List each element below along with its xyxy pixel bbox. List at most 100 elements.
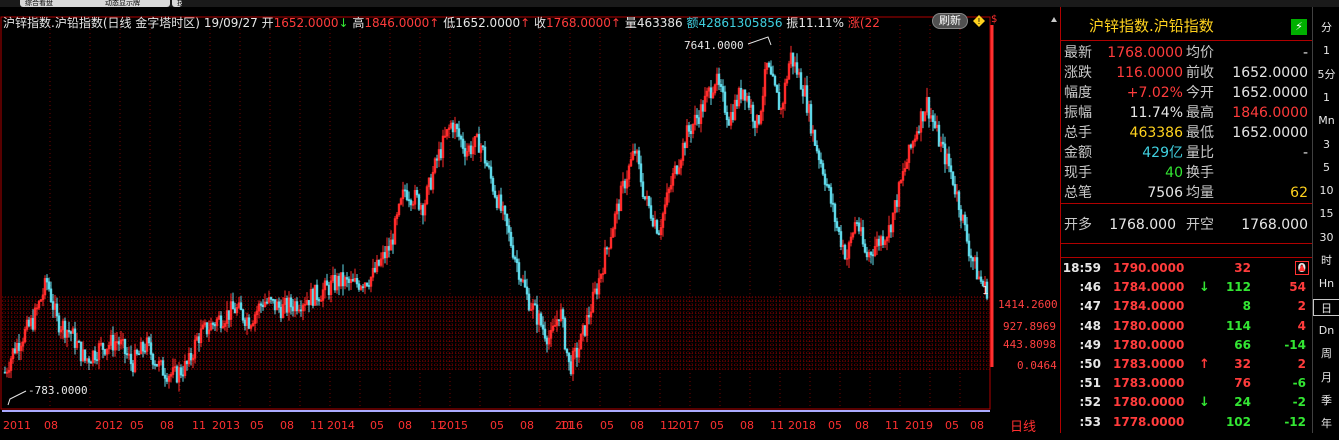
x-tick-label: 05: [130, 419, 144, 432]
candle-body: [963, 214, 967, 226]
candle-body: [499, 194, 503, 211]
candle-body: [689, 130, 693, 134]
candle-body: [327, 284, 331, 295]
candle-body: [567, 352, 571, 363]
x-tick-label: 2019: [905, 419, 933, 432]
x-tick-label: 05: [710, 419, 724, 432]
candle-body: [637, 150, 641, 165]
period-item[interactable]: 周: [1313, 345, 1339, 362]
period-item[interactable]: 分: [1313, 19, 1339, 36]
candle-body: [481, 145, 485, 148]
period-item[interactable]: 季: [1313, 392, 1339, 409]
candle-body: [739, 87, 743, 100]
period-item[interactable]: 5分: [1313, 66, 1339, 83]
candle-body: [643, 196, 647, 200]
trade-row[interactable]: :52 1780.0000 ↓ 24 -2: [1061, 393, 1313, 412]
candle-body: [125, 353, 129, 356]
period-item[interactable]: 年: [1313, 415, 1339, 432]
candle-body: [421, 205, 425, 216]
period-item[interactable]: 1: [1313, 42, 1339, 59]
kline-chart[interactable]: [0, 7, 1060, 433]
trade-volume: 66: [1234, 337, 1251, 352]
candle-body: [801, 88, 805, 97]
trade-row[interactable]: :53 1778.0000 102 -12: [1061, 413, 1313, 432]
candle-body: [239, 302, 243, 311]
x-tick-label: 05: [370, 419, 384, 432]
trade-row[interactable]: :49 1780.0000 66 -14: [1061, 336, 1313, 355]
candle-body: [979, 276, 983, 282]
x-tick-label: 08: [520, 419, 534, 432]
quote-row: 现手 40 换手: [1061, 163, 1313, 183]
x-tick-label: 2013: [212, 419, 240, 432]
quote-title-bar: 沪锌指数.沪铅指数 ⚡: [1061, 7, 1313, 41]
chart-info-bar: 沪锌指数.沪铅指数(日线 金字塔时区) 19/09/27 开1652.0000↓…: [3, 15, 880, 31]
warning-icon[interactable]: !: [972, 14, 986, 28]
x-tick-label: 05: [828, 419, 842, 432]
candle-body: [213, 324, 217, 327]
scroll-arrow-icon[interactable]: [1048, 14, 1060, 440]
candle-body: [269, 297, 273, 300]
period-item[interactable]: Mn: [1313, 112, 1339, 129]
x-tick-label: 05: [600, 419, 614, 432]
candle-body: [311, 288, 315, 306]
trade-volume: 112: [1225, 280, 1251, 295]
trade-row[interactable]: :51 1783.0000 76 -6: [1061, 374, 1313, 393]
open-long-value: 1768.000: [1109, 217, 1176, 233]
trade-row[interactable]: 18:59 1790.0000 32 0: [1061, 259, 1313, 278]
candle-body: [325, 280, 329, 286]
candle-body: [131, 363, 135, 373]
trade-row[interactable]: :47 1784.0000 8 2: [1061, 297, 1313, 316]
lightning-icon[interactable]: ⚡: [1291, 19, 1307, 35]
refresh-button[interactable]: 刷新: [932, 13, 968, 29]
period-label: 日线: [1010, 420, 1037, 435]
chart-frame: [0, 16, 991, 410]
scroll-up-icon[interactable]: ▲: [1295, 261, 1309, 275]
candle-body: [771, 73, 775, 77]
trade-time: :53: [1079, 414, 1102, 429]
tab-1[interactable]: 动态显示牌: [100, 0, 170, 7]
candle-body: [361, 286, 365, 289]
period-item[interactable]: 5: [1313, 159, 1339, 176]
candle-body: [265, 301, 269, 304]
period-item[interactable]: 1: [1313, 89, 1339, 106]
period-item[interactable]: Dn: [1313, 322, 1339, 339]
divider: [1061, 243, 1313, 244]
candle-body: [815, 145, 819, 152]
candle-body: [73, 328, 77, 348]
candle-body: [455, 124, 459, 130]
trade-row[interactable]: :46 1784.0000 ↓ 112 54: [1061, 278, 1313, 297]
candle-body: [55, 303, 59, 317]
kline-chart-area[interactable]: 沪锌指数.沪铅指数(日线 金字塔时区) 19/09/27 开1652.0000↓…: [0, 7, 1060, 435]
candle-body: [519, 278, 523, 282]
candle-body: [417, 194, 421, 210]
candle-body: [959, 209, 963, 221]
dollar-icon[interactable]: $: [991, 14, 997, 25]
period-item[interactable]: 月: [1313, 369, 1339, 386]
period-item[interactable]: 10: [1313, 182, 1339, 199]
open-short-value: 1768.000: [1241, 217, 1308, 233]
period-item[interactable]: 日: [1313, 298, 1339, 316]
period-item[interactable]: 30: [1313, 229, 1339, 246]
candle-body: [307, 300, 311, 306]
quote-key: 前收: [1186, 65, 1214, 81]
volume-value: 463386: [636, 16, 683, 30]
x-tick-label: 08: [398, 419, 412, 432]
trade-row[interactable]: :50 1783.0000 ↑ 32 2: [1061, 355, 1313, 374]
x-tick-label: 2017: [672, 419, 700, 432]
period-item[interactable]: Hn: [1313, 275, 1339, 292]
candle-body: [649, 205, 653, 219]
quote-row: 金额 429亿 量比 -: [1061, 143, 1313, 163]
period-item[interactable]: 15: [1313, 205, 1339, 222]
candle-body: [833, 203, 837, 222]
quote-value: +7.02%: [1126, 85, 1183, 101]
period-item[interactable]: 3: [1313, 136, 1339, 153]
trade-row[interactable]: :48 1780.0000 114 4: [1061, 317, 1313, 336]
candle-body: [655, 220, 659, 234]
tab-2[interactable]: 技术分析: [172, 0, 182, 7]
period-item[interactable]: 时: [1313, 252, 1339, 269]
candle-body: [709, 87, 713, 99]
candle-body: [461, 138, 465, 149]
amount-value: 42861305856: [698, 16, 783, 30]
candle-body: [535, 304, 539, 325]
candle-body: [769, 66, 773, 75]
